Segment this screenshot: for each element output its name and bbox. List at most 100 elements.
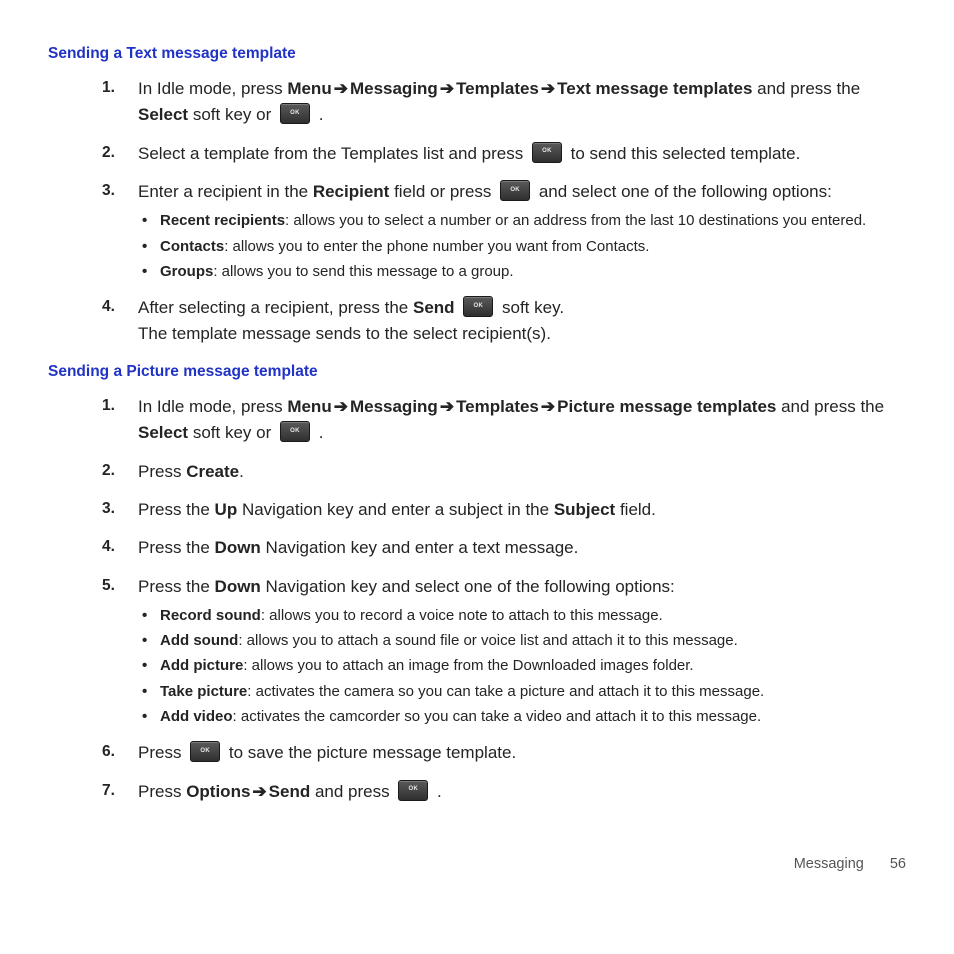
steps-picture-template: 1. In Idle mode, press Menu➔Messaging➔Te…	[102, 394, 906, 805]
step-number: 5.	[102, 574, 115, 598]
step-text: field.	[615, 500, 656, 519]
option-name: Take picture	[160, 683, 247, 700]
step-text: Press	[138, 782, 186, 801]
step-text: Navigation key and enter a subject in th…	[237, 500, 554, 519]
step-number: 7.	[102, 779, 115, 803]
step-text: soft key or	[188, 105, 276, 124]
menu-label: Templates	[456, 79, 539, 98]
step-number: 4.	[102, 535, 115, 559]
option-desc: : allows you to attach a sound file or v…	[238, 632, 737, 649]
step-text: field or press	[389, 182, 496, 201]
field-label: Recipient	[313, 182, 390, 201]
step-text: Select a template from the Templates lis…	[138, 144, 528, 163]
step-text: to save the picture message template.	[224, 743, 516, 762]
list-item: 3. Press the Up Navigation key and enter…	[102, 497, 906, 523]
list-item: 2. Select a template from the Templates …	[102, 141, 906, 167]
list-item: Record sound: allows you to record a voi…	[142, 604, 906, 627]
step-number: 3.	[102, 497, 115, 521]
sub-options-list: Recent recipients: allows you to select …	[142, 209, 906, 283]
steps-text-template: 1. In Idle mode, press Menu➔Messaging➔Te…	[102, 76, 906, 348]
footer-section: Messaging	[794, 856, 864, 872]
step-number: 2.	[102, 459, 115, 483]
list-item: 5. Press the Down Navigation key and sel…	[102, 574, 906, 729]
step-number: 6.	[102, 740, 115, 764]
list-item: Add picture: allows you to attach an ima…	[142, 654, 906, 677]
option-desc: : allows you to send this message to a g…	[213, 263, 513, 280]
arrow-icon: ➔	[332, 397, 350, 416]
ok-button-icon	[190, 741, 220, 762]
key-label: Down	[215, 577, 261, 596]
option-name: Record sound	[160, 607, 261, 624]
step-text: .	[314, 423, 323, 442]
arrow-icon: ➔	[332, 79, 350, 98]
menu-label: Options	[186, 782, 250, 801]
key-label: Up	[215, 500, 238, 519]
ok-button-icon	[398, 780, 428, 801]
arrow-icon: ➔	[250, 782, 268, 801]
softkey-label: Select	[138, 423, 188, 442]
step-text: and select one of the following options:	[534, 182, 832, 201]
field-label: Subject	[554, 500, 615, 519]
step-text: .	[314, 105, 323, 124]
step-text: soft key.	[497, 298, 564, 317]
list-item: 2. Press Create.	[102, 459, 906, 485]
step-text: .	[239, 462, 244, 481]
option-name: Contacts	[160, 238, 224, 255]
step-number: 2.	[102, 141, 115, 165]
step-text: Press the	[138, 538, 215, 557]
menu-label: Messaging	[350, 397, 438, 416]
step-text: In Idle mode, press	[138, 79, 287, 98]
option-name: Groups	[160, 263, 213, 280]
arrow-icon: ➔	[438, 397, 456, 416]
key-label: Down	[215, 538, 261, 557]
step-text: In Idle mode, press	[138, 397, 287, 416]
step-text: soft key or	[188, 423, 276, 442]
step-number: 3.	[102, 179, 115, 203]
arrow-icon: ➔	[438, 79, 456, 98]
option-name: Add video	[160, 708, 233, 725]
list-item: 7. Press Options➔Send and press .	[102, 779, 906, 805]
step-text: Navigation key and select one of the fol…	[261, 577, 675, 596]
ok-button-icon	[463, 296, 493, 317]
option-desc: : activates the camcorder so you can tak…	[233, 708, 762, 725]
option-name: Add sound	[160, 632, 238, 649]
menu-label: Picture message templates	[557, 397, 776, 416]
menu-label: Templates	[456, 397, 539, 416]
list-item: Take picture: activates the camera so yo…	[142, 680, 906, 703]
option-desc: : allows you to select a number or an ad…	[285, 212, 866, 229]
option-desc: : allows you to attach an image from the…	[243, 657, 693, 674]
step-text: Press	[138, 462, 186, 481]
step-text: After selecting a recipient, press the	[138, 298, 413, 317]
step-text: .	[432, 782, 441, 801]
step-text: Press the	[138, 500, 215, 519]
step-text: Press	[138, 743, 186, 762]
menu-label: Text message templates	[557, 79, 752, 98]
list-item: 6. Press to save the picture message tem…	[102, 740, 906, 766]
arrow-icon: ➔	[539, 397, 557, 416]
list-item: Recent recipients: allows you to select …	[142, 209, 906, 232]
list-item: 4. Press the Down Navigation key and ent…	[102, 535, 906, 561]
option-desc: : activates the camera so you can take a…	[247, 683, 764, 700]
menu-label: Send	[269, 782, 311, 801]
list-item: 1. In Idle mode, press Menu➔Messaging➔Te…	[102, 394, 906, 447]
ok-button-icon	[280, 103, 310, 124]
step-text: Press the	[138, 577, 215, 596]
option-name: Add picture	[160, 657, 243, 674]
list-item: Add sound: allows you to attach a sound …	[142, 629, 906, 652]
softkey-label: Send	[413, 298, 455, 317]
list-item: Contacts: allows you to enter the phone …	[142, 235, 906, 258]
option-desc: : allows you to enter the phone number y…	[224, 238, 649, 255]
page-footer: Messaging 56	[48, 853, 906, 875]
arrow-icon: ➔	[539, 79, 557, 98]
list-item: Groups: allows you to send this message …	[142, 260, 906, 283]
sub-options-list: Record sound: allows you to record a voi…	[142, 604, 906, 728]
menu-label: Menu	[287, 397, 331, 416]
heading-picture-template: Sending a Picture message template	[48, 360, 906, 384]
step-text: to send this selected template.	[566, 144, 800, 163]
step-text: Enter a recipient in the	[138, 182, 313, 201]
ok-button-icon	[532, 142, 562, 163]
step-text: and press the	[752, 79, 860, 98]
list-item: 1. In Idle mode, press Menu➔Messaging➔Te…	[102, 76, 906, 129]
ok-button-icon	[280, 421, 310, 442]
step-text: and press the	[776, 397, 884, 416]
